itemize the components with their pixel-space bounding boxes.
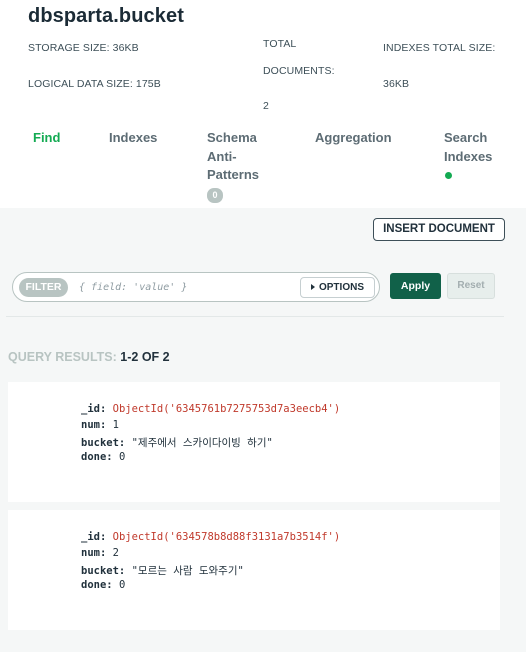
indexes-total-size-label: INDEXES TOTAL SIZE: (383, 42, 496, 54)
document-field-num: num: 1 (81, 419, 119, 431)
total-documents-label-line2: DOCUMENTS: (263, 65, 335, 77)
query-results-count: 1-2 OF 2 (120, 350, 170, 364)
options-label: OPTIONS (318, 282, 364, 293)
document-field-id: _id: ObjectId('6345761b7275753d7a3eecb4'… (81, 403, 340, 415)
collection-header: dbsparta.bucket STORAGE SIZE: 36KB LOGIC… (0, 0, 526, 208)
filter-bar: FILTER OPTIONS (12, 272, 380, 302)
field-key: done: (81, 451, 113, 463)
query-results-prefix: QUERY RESULTS: (8, 350, 121, 364)
field-key: num: (81, 419, 107, 431)
indexes-total-size-value: 36KB (383, 78, 410, 90)
field-key: bucket: (81, 437, 126, 449)
document-field-num: num: 2 (81, 547, 119, 559)
tab-schema-label-line1: Schema (207, 130, 257, 145)
status-dot-icon (445, 172, 452, 179)
field-value: 2 (112, 547, 119, 559)
schema-count-badge: 0 (207, 187, 223, 203)
tab-aggregation[interactable]: Aggregation (315, 129, 392, 148)
divider (6, 316, 504, 317)
filter-input[interactable] (79, 278, 299, 297)
document-card[interactable]: _id: ObjectId('6345761b7275753d7a3eecb4'… (8, 382, 500, 502)
field-key: num: (81, 547, 107, 559)
field-value: ObjectId('6345761b7275753d7a3eecb4') (112, 403, 341, 415)
tab-schema-label-line3: Patterns (207, 167, 260, 182)
document-field-bucket: bucket: "모르는 사람 도와주기" (81, 563, 244, 578)
field-value: "제주에서 스카이다이빙 하기" (131, 437, 273, 449)
tab-schema-label-line2: Anti- (207, 148, 237, 164)
field-key: _id: (81, 531, 107, 543)
field-key: _id: (81, 403, 107, 415)
document-field-id: _id: ObjectId('634578b8d88f3131a7b3514f'… (81, 531, 340, 543)
field-value: "모르는 사람 도와주기" (131, 565, 244, 577)
document-field-done: done: 0 (81, 579, 125, 591)
field-value: 1 (112, 419, 119, 431)
field-value: 0 (118, 579, 126, 591)
document-card[interactable]: _id: ObjectId('634578b8d88f3131a7b3514f'… (8, 510, 500, 630)
insert-document-button[interactable]: INSERT DOCUMENT (373, 218, 505, 241)
query-results-label: QUERY RESULTS: 1-2 OF 2 (8, 350, 170, 364)
field-key: done: (81, 579, 113, 591)
tab-search-label-line2: Indexes (444, 148, 493, 164)
options-button[interactable]: OPTIONS (300, 277, 375, 298)
field-key: bucket: (81, 565, 126, 577)
field-value: 0 (118, 451, 126, 463)
total-documents-value: 2 (263, 100, 269, 112)
document-field-done: done: 0 (81, 451, 125, 463)
tab-indexes[interactable]: Indexes (109, 129, 157, 148)
tab-schema-anti-patterns[interactable]: Schema Anti- Patterns 0 (207, 129, 259, 203)
collection-title: dbsparta.bucket (28, 5, 184, 27)
total-documents-label-line1: TOTAL (263, 38, 297, 50)
document-field-bucket: bucket: "제주에서 스카이다이빙 하기" (81, 435, 273, 450)
filter-label: FILTER (19, 278, 68, 297)
field-value: ObjectId('634578b8d88f3131a7b3514f') (112, 531, 341, 543)
reset-button[interactable]: Reset (447, 273, 495, 299)
caret-right-icon (310, 284, 315, 290)
apply-button[interactable]: Apply (390, 273, 441, 299)
tab-search-label-line1: Search (444, 130, 488, 145)
logical-data-size-stat: LOGICAL DATA SIZE: 175B (28, 78, 161, 90)
documents-panel: INSERT DOCUMENT FILTER OPTIONS Apply Res… (0, 208, 526, 652)
tab-search-indexes[interactable]: Search Indexes (444, 129, 492, 185)
storage-size-stat: STORAGE SIZE: 36KB (28, 42, 139, 54)
tab-find[interactable]: Find (33, 129, 60, 148)
